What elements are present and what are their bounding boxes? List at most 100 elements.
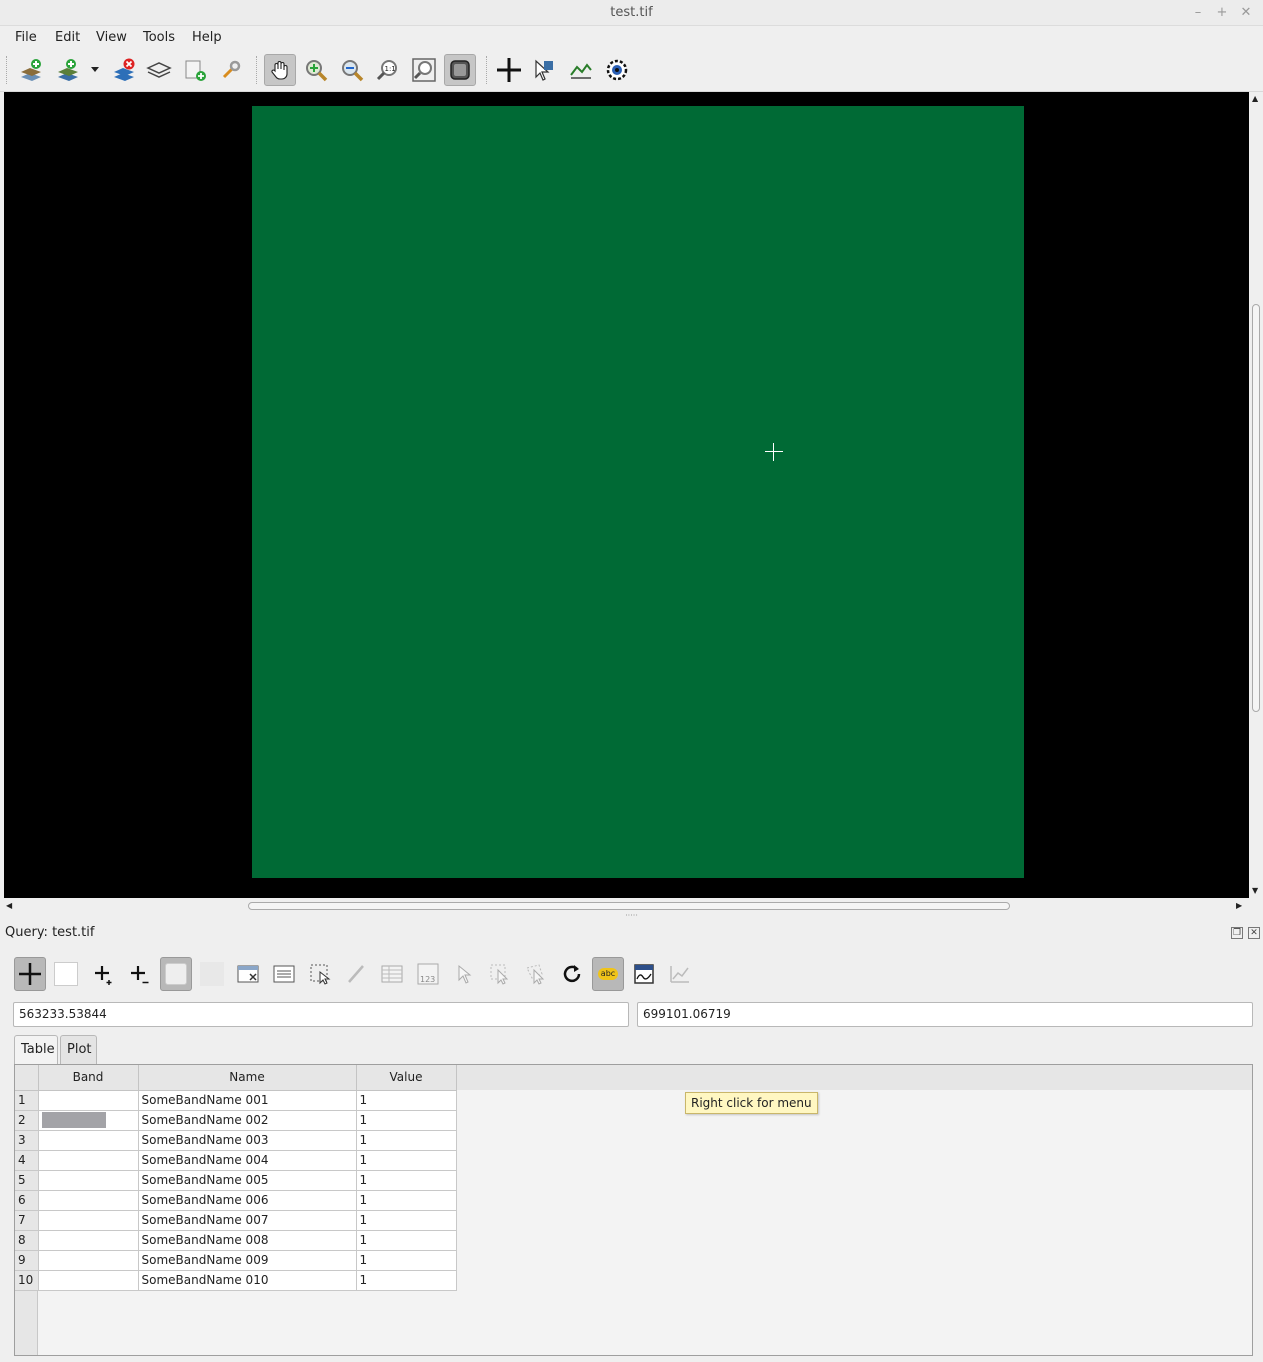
row-number[interactable]: 8 [15,1230,39,1251]
tab-table[interactable]: Table [14,1035,58,1066]
band-color-cell[interactable] [38,1170,139,1191]
plot-chart-icon[interactable] [664,957,696,991]
increase-cursor-size-icon[interactable] [88,957,120,991]
table-row[interactable]: 4 SomeBandName 004 1 [15,1150,457,1171]
properties-icon[interactable] [215,54,247,86]
corner-header[interactable] [15,1065,39,1091]
pan-icon[interactable] [264,54,296,86]
band-name-cell[interactable]: SomeBandName 001 [138,1090,357,1111]
band-value-cell[interactable]: 1 [356,1270,457,1291]
minimize-button[interactable]: – [1188,3,1208,23]
band-value-cell[interactable]: 1 [356,1130,457,1151]
band-value-cell[interactable]: 1 [356,1230,457,1251]
band-name-cell[interactable]: SomeBandName 009 [138,1250,357,1271]
row-number[interactable]: 3 [15,1130,39,1151]
row-number[interactable]: 2 [15,1110,39,1131]
add-layer-options-icon[interactable] [52,54,84,86]
add-column-icon[interactable] [376,957,408,991]
table-row[interactable]: 2 SomeBandName 002 1 [15,1110,457,1131]
band-name-cell[interactable]: SomeBandName 007 [138,1210,357,1231]
band-value-cell[interactable]: 1 [356,1170,457,1191]
query-table[interactable]: Band Name Value 1 SomeBandName 001 1 2 SomeB… [14,1064,1253,1356]
vertical-scroll-thumb[interactable] [1252,304,1260,712]
table-row[interactable]: 5 SomeBandName 005 1 [15,1170,457,1191]
zoom-in-icon[interactable] [300,54,332,86]
select-pointer-icon[interactable] [448,957,480,991]
band-color-cell[interactable] [38,1090,139,1111]
select-all-icon[interactable] [160,957,192,991]
band-name-cell[interactable]: SomeBandName 003 [138,1130,357,1151]
remove-layer-icon[interactable] [108,54,140,86]
select-polygon-icon[interactable] [520,957,552,991]
band-color-cell[interactable] [38,1130,139,1151]
easting-field[interactable]: 563233.53844 [13,1002,629,1027]
row-number[interactable]: 6 [15,1190,39,1211]
band-value-cell[interactable]: 1 [356,1250,457,1271]
table-row[interactable]: 1 SomeBandName 001 1 [15,1090,457,1111]
zoom-full-icon[interactable] [408,54,440,86]
cursor-color-icon[interactable] [52,957,80,991]
band-color-cell[interactable] [38,1190,139,1211]
band-value-cell[interactable]: 1 [356,1150,457,1171]
follow-extent-icon[interactable] [444,54,476,86]
add-layer-icon[interactable] [15,54,47,86]
row-number[interactable]: 10 [15,1270,39,1291]
scroll-up-icon[interactable]: ▲ [1252,94,1258,103]
menu-edit[interactable]: Edit [55,30,80,45]
dock-splitter-handle[interactable]: ····· [0,912,1263,920]
select-geometry-icon[interactable] [304,957,336,991]
table-row[interactable]: 10 SomeBandName 010 1 [15,1270,457,1291]
band-color-cell[interactable] [38,1270,139,1291]
band-name-cell[interactable]: SomeBandName 004 [138,1150,357,1171]
dock-float-icon[interactable]: ❐ [1231,927,1243,939]
horizontal-scroll-thumb[interactable] [248,902,1010,910]
row-number[interactable]: 5 [15,1170,39,1191]
menu-tools[interactable]: Tools [143,30,175,45]
query-point-icon[interactable] [14,957,46,991]
table-row[interactable]: 8 SomeBandName 008 1 [15,1230,457,1251]
column-header-name[interactable]: Name [138,1065,357,1091]
zoom-native-icon[interactable]: 1:1 [372,54,404,86]
band-color-cell[interactable] [38,1110,139,1131]
map-canvas[interactable] [4,92,1249,898]
flicker-icon[interactable] [601,54,633,86]
band-color-cell[interactable] [38,1150,139,1171]
tab-plot[interactable]: Plot [60,1035,97,1065]
table-row[interactable]: 7 SomeBandName 007 1 [15,1210,457,1231]
menu-help[interactable]: Help [192,30,222,45]
band-value-cell[interactable]: 1 [356,1110,457,1131]
new-window-icon[interactable] [179,54,211,86]
band-value-cell[interactable]: 1 [356,1210,457,1231]
band-name-cell[interactable]: SomeBandName 008 [138,1230,357,1251]
row-number[interactable]: 1 [15,1090,39,1111]
dropdown-icon[interactable] [86,54,104,86]
dock-close-icon[interactable]: ✕ [1248,927,1260,939]
scroll-down-icon[interactable]: ▼ [1252,886,1258,895]
table-row[interactable]: 6 SomeBandName 006 1 [15,1190,457,1211]
close-button[interactable]: ✕ [1236,3,1256,23]
edit-pen-icon[interactable] [340,957,372,991]
band-value-cell[interactable]: 1 [356,1090,457,1111]
band-name-cell[interactable]: SomeBandName 006 [138,1190,357,1211]
query-icon[interactable] [493,54,525,86]
layers-icon[interactable] [143,54,175,86]
remove-columns-icon[interactable] [232,957,264,991]
vector-query-icon[interactable] [528,54,560,86]
label-text-icon[interactable]: abc [592,957,624,991]
column-header-band[interactable]: Band [38,1065,139,1091]
table-row[interactable]: 9 SomeBandName 009 1 [15,1250,457,1271]
select-box-icon[interactable] [484,957,516,991]
maximize-button[interactable]: + [1212,3,1232,23]
column-list-icon[interactable] [268,957,300,991]
profile-icon[interactable] [565,54,597,86]
band-color-cell[interactable] [38,1250,139,1271]
band-name-cell[interactable]: SomeBandName 010 [138,1270,357,1291]
numeric-column-icon[interactable]: 123 [412,957,444,991]
band-value-cell[interactable]: 1 [356,1190,457,1211]
menu-file[interactable]: File [15,30,37,45]
blank-toggle-icon[interactable] [196,957,228,991]
row-number[interactable]: 7 [15,1210,39,1231]
table-row[interactable]: 3 SomeBandName 003 1 [15,1130,457,1151]
row-number[interactable]: 4 [15,1150,39,1171]
scroll-left-icon[interactable]: ◀ [6,901,12,910]
